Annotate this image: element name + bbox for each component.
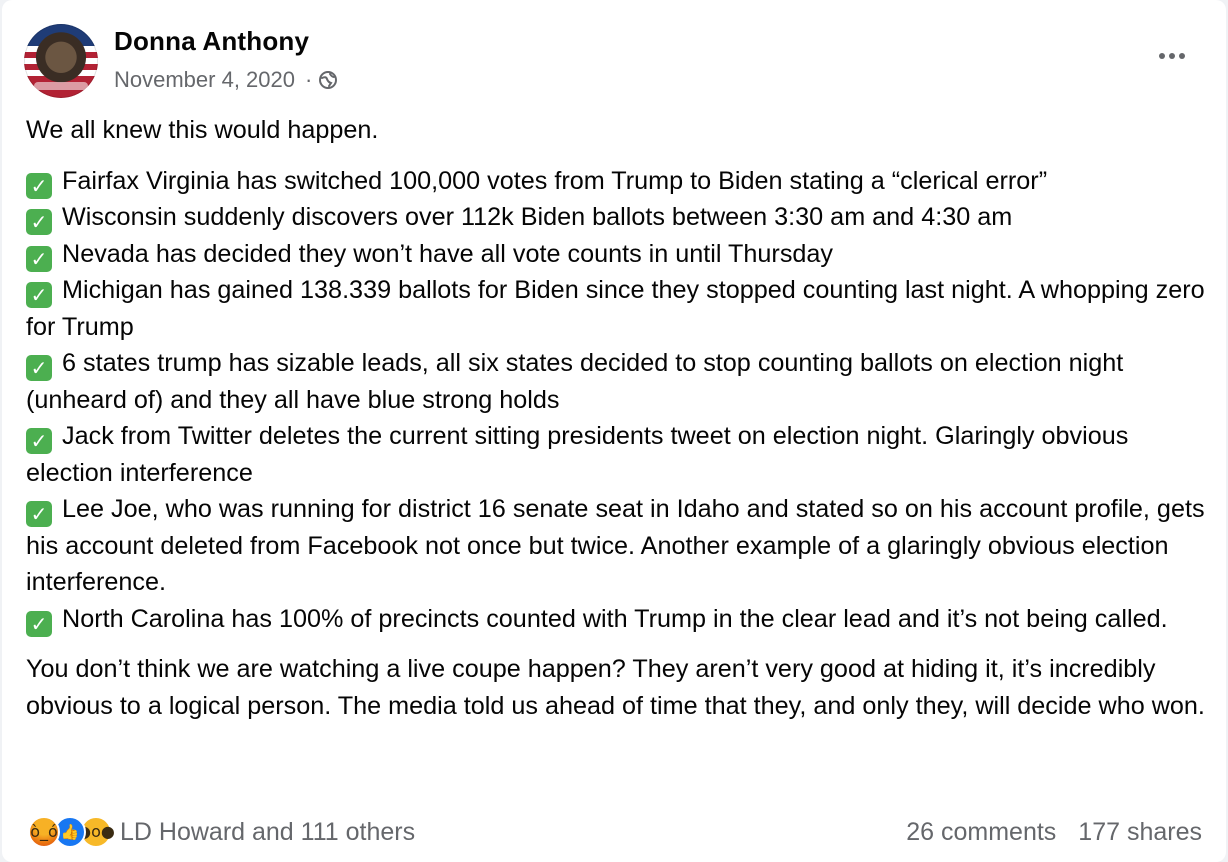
post-intro: We all knew this would happen.: [26, 116, 379, 144]
check-mark-icon: ✓: [26, 282, 52, 308]
avatar[interactable]: [24, 24, 98, 98]
bullet-item: ✓ Nevada has decided they won’t have all …: [26, 236, 1211, 273]
engagement-stats: 26 comments 177 shares: [906, 818, 1202, 847]
angry-reaction-icon: ò_ó: [28, 816, 60, 848]
bullet-text: Lee Joe, who was running for district 16…: [26, 495, 1205, 596]
more-options-icon: [1169, 53, 1175, 59]
more-options-icon: [1159, 53, 1165, 59]
post-date[interactable]: November 4, 2020: [114, 67, 295, 93]
check-mark-icon: ✓: [26, 610, 52, 637]
reactors-text[interactable]: LD Howard and 111 others: [120, 818, 415, 847]
bullet-text: Wisconsin suddenly discovers over 112k B…: [62, 203, 1013, 231]
globe-icon: [318, 70, 338, 90]
bullet-text: Jack from Twitter deletes the current si…: [26, 422, 1129, 487]
bullet-item: ✓ Jack from Twitter deletes the current s…: [26, 418, 1211, 491]
bullet-item: ✓ Lee Joe, who was running for district 1…: [26, 491, 1211, 601]
bullet-item: ✓ Michigan has gained 138.339 ballots for…: [26, 272, 1211, 345]
thumbs-up-icon: 👍: [60, 822, 80, 841]
check-mark-icon: ✓: [26, 209, 52, 235]
angry-face-icon: ò_ó: [30, 822, 58, 841]
check-mark-icon: ✓: [26, 245, 52, 272]
author-name[interactable]: Donna Anthony: [114, 26, 309, 57]
comments-count[interactable]: 26 comments: [906, 818, 1056, 847]
bullet-item: ✓ North Carolina has 100% of precincts co…: [26, 601, 1211, 638]
bullet-text: Fairfax Virginia has switched 100,000 vo…: [62, 166, 1048, 195]
more-options-icon: [1179, 53, 1185, 59]
meta-separator: ·: [305, 67, 313, 92]
post-content: We all knew this would happen. ✓ Fairfax …: [26, 112, 1211, 724]
bullet-item: ✓ Fairfax Virginia has switched 100,000 v…: [26, 163, 1211, 200]
check-mark-icon: ✓: [26, 501, 52, 527]
post-card: Donna Anthony November 4, 2020 · We all …: [2, 0, 1226, 862]
reaction-summary[interactable]: ò_ó 👍 ●o● LD Howard and 111 others: [28, 816, 415, 848]
bullet-text: Michigan has gained 138.339 ballots for …: [26, 276, 1205, 341]
bullet-text: North Carolina has 100% of precincts cou…: [62, 604, 1168, 633]
bullet-text: 6 states trump has sizable leads, all si…: [26, 349, 1124, 414]
post-footer: ò_ó 👍 ●o● LD Howard and 111 others 26 co…: [28, 812, 1202, 852]
more-options-button[interactable]: [1152, 38, 1192, 74]
post-header: Donna Anthony November 4, 2020 ·: [24, 22, 1204, 100]
bullet-item: ✓ Wisconsin suddenly discovers over 112k …: [26, 199, 1211, 236]
bullet-item: ✓ 6 states trump has sizable leads, all s…: [26, 345, 1211, 418]
shares-count[interactable]: 177 shares: [1078, 818, 1202, 847]
bullet-text: Nevada has decided they won’t have all v…: [62, 239, 834, 268]
avatar-logo-script: [34, 82, 88, 90]
check-mark-icon: ✓: [26, 355, 52, 381]
check-mark-icon: ✓: [26, 428, 52, 454]
post-closing: You don’t think we are watching a live c…: [26, 655, 1205, 720]
check-mark-icon: ✓: [26, 172, 52, 199]
bullet-list: ✓ Fairfax Virginia has switched 100,000 v…: [26, 163, 1211, 638]
post-meta: November 4, 2020 ·: [114, 67, 338, 93]
